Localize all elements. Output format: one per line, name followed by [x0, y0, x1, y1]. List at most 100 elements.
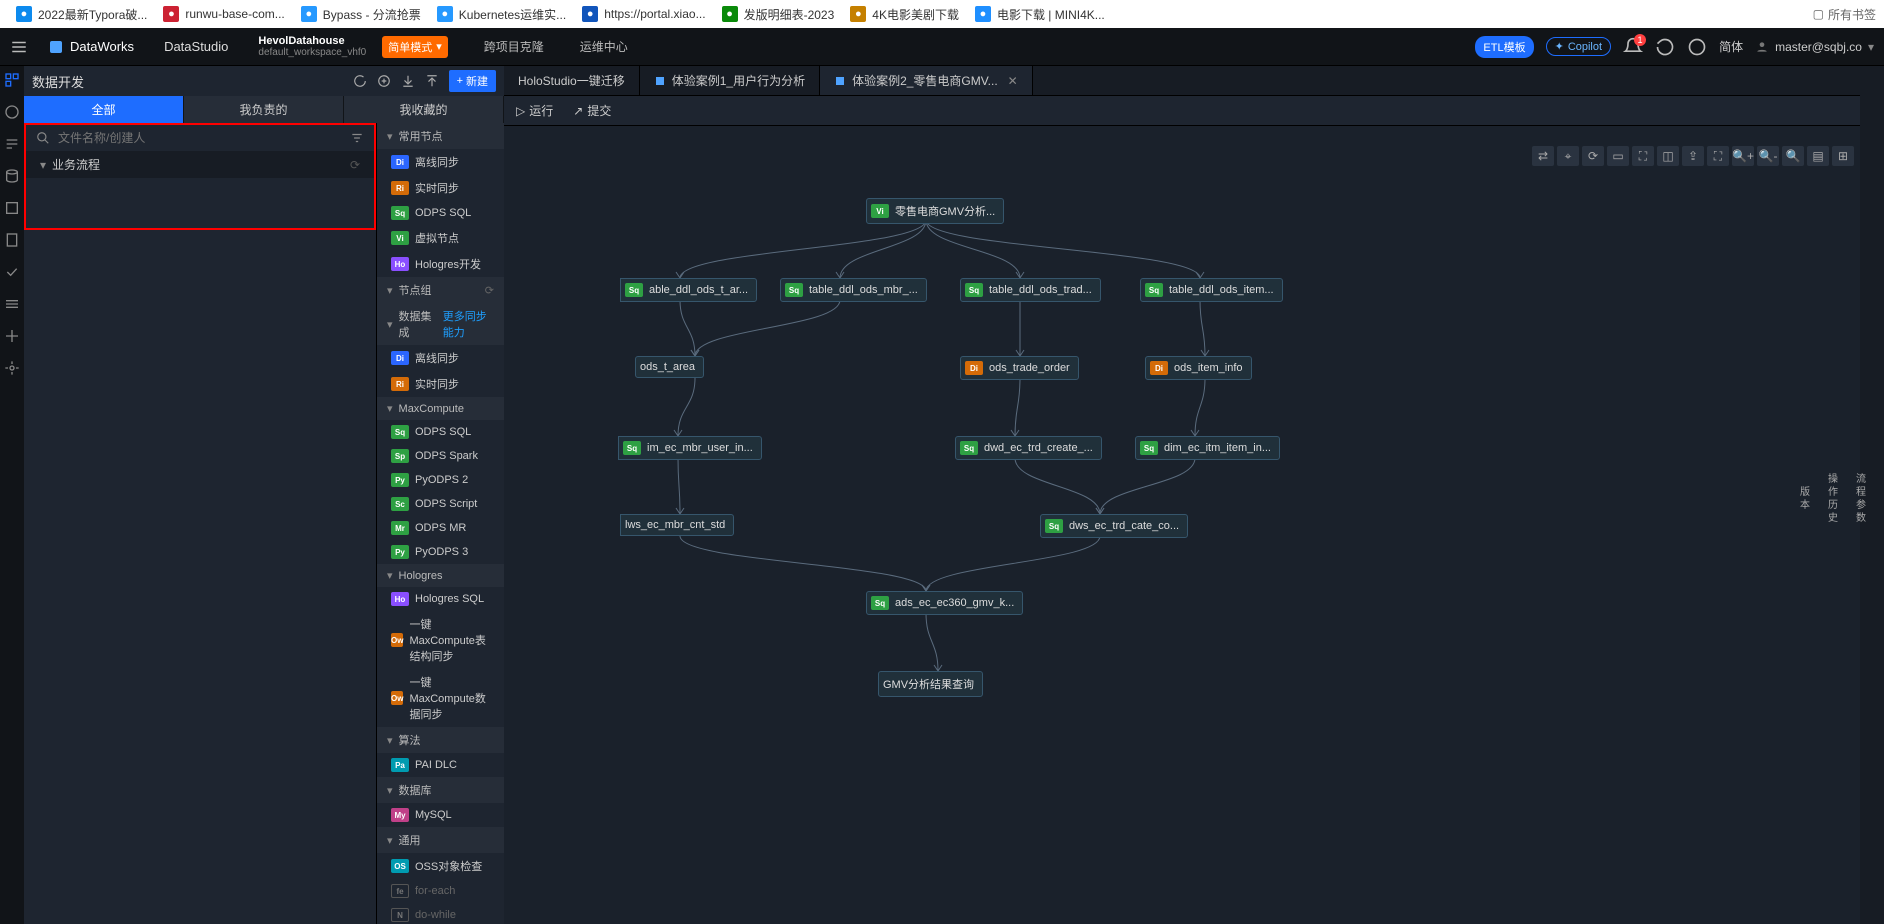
- flow-node[interactable]: Sqtable_ddl_ods_item...: [1140, 278, 1283, 302]
- help-icon[interactable]: [1687, 37, 1707, 57]
- flow-node[interactable]: Sqtable_ddl_ods_mbr_...: [780, 278, 927, 302]
- new-button[interactable]: +新建: [449, 70, 496, 92]
- tool-minimap-icon[interactable]: ▤: [1807, 146, 1829, 166]
- rail-icon-10[interactable]: [4, 360, 20, 376]
- flow-node[interactable]: Sqdim_ec_itm_item_in...: [1135, 436, 1280, 460]
- tool-select-icon[interactable]: ◫: [1657, 146, 1679, 166]
- bookmark-item[interactable]: ●https://portal.xiao...: [574, 2, 713, 27]
- flow-node[interactable]: lws_ec_mbr_cnt_std: [620, 514, 734, 536]
- palette-item[interactable]: Ow一键MaxCompute表结构同步: [377, 611, 504, 669]
- app-section[interactable]: DataStudio: [164, 39, 228, 54]
- close-icon[interactable]: ✕: [1008, 74, 1018, 88]
- palette-group-header[interactable]: ▾Hologres: [377, 564, 504, 587]
- tool-zoom-in-icon[interactable]: 🔍+: [1732, 146, 1754, 166]
- bookmark-item[interactable]: ●Bypass - 分流抢票: [293, 2, 429, 27]
- bookmark-item[interactable]: ●Kubernetes运维实...: [429, 2, 574, 27]
- tool-fit-icon[interactable]: ⛶: [1632, 146, 1654, 166]
- palette-group-header[interactable]: ▾数据库: [377, 777, 504, 803]
- app-brand[interactable]: DataWorks: [48, 39, 134, 55]
- palette-item[interactable]: MrODPS MR: [377, 516, 504, 540]
- palette-item[interactable]: PyPyODPS 2: [377, 468, 504, 492]
- tool-swap-icon[interactable]: ⇄: [1532, 146, 1554, 166]
- right-rail-flow-params[interactable]: 流程参数: [1856, 473, 1866, 525]
- tree-root-business-flow[interactable]: ▾业务流程 ⟳: [26, 151, 374, 178]
- tool-grid-icon[interactable]: ⊞: [1832, 146, 1854, 166]
- palette-group-header[interactable]: ▾常用节点: [377, 123, 504, 149]
- palette-item[interactable]: PyPyODPS 3: [377, 540, 504, 564]
- bookmarks-all[interactable]: ▢所有书签: [1813, 6, 1876, 23]
- run-button[interactable]: ▷运行: [516, 102, 553, 119]
- nav-link[interactable]: 运维中心: [580, 38, 628, 55]
- palette-item[interactable]: Ow一键MaxCompute数据同步: [377, 669, 504, 727]
- editor-tab[interactable]: HoloStudio一键迁移: [504, 66, 640, 95]
- user-menu[interactable]: master@sqbj.co▾: [1755, 40, 1874, 54]
- mode-badge[interactable]: 简单模式▾: [382, 36, 448, 58]
- refresh-icon[interactable]: [353, 74, 367, 88]
- flow-node[interactable]: Vi零售电商GMV分析...: [866, 198, 1004, 224]
- palette-item[interactable]: Ndo-while: [377, 903, 504, 924]
- bookmark-item[interactable]: ●runwu-base-com...: [155, 2, 292, 27]
- palette-group-header[interactable]: ▾算法: [377, 727, 504, 753]
- submit-button[interactable]: ↗提交: [573, 102, 611, 119]
- palette-group-header[interactable]: ▾通用: [377, 827, 504, 853]
- tool-locate-icon[interactable]: ⌖: [1557, 146, 1579, 166]
- import-icon[interactable]: [401, 74, 415, 88]
- flow-node[interactable]: Sqdwd_ec_trd_create_...: [955, 436, 1102, 460]
- tab-mine[interactable]: 我负责的: [184, 96, 344, 123]
- flow-node[interactable]: Sqable_ddl_ods_t_ar...: [620, 278, 757, 302]
- palette-group-header[interactable]: ▾节点组⟳: [377, 277, 504, 303]
- tab-fav[interactable]: 我收藏的: [344, 96, 504, 123]
- export-icon[interactable]: [425, 74, 439, 88]
- workspace-info[interactable]: HevolDatahouse default_workspace_vhf0: [258, 35, 366, 58]
- right-rail-version[interactable]: 版本: [1800, 486, 1810, 512]
- rail-icon-6[interactable]: [4, 232, 20, 248]
- palette-item[interactable]: HoHologres SQL: [377, 587, 504, 611]
- rail-icon-9[interactable]: [4, 328, 20, 344]
- palette-item[interactable]: MyMySQL: [377, 803, 504, 827]
- palette-item[interactable]: Vi虚拟节点: [377, 225, 504, 251]
- flow-node[interactable]: Sqads_ec_ec360_gmv_k...: [866, 591, 1023, 615]
- palette-item[interactable]: fefor-each: [377, 879, 504, 903]
- bookmark-item[interactable]: ●电影下载 | MINI4K...: [967, 2, 1113, 27]
- editor-tab[interactable]: 体验案例1_用户行为分析: [640, 66, 820, 95]
- rail-icon-3[interactable]: [4, 136, 20, 152]
- palette-item[interactable]: SpODPS Spark: [377, 444, 504, 468]
- nav-link[interactable]: 跨项目克隆: [484, 38, 544, 55]
- tool-zoom-out-icon[interactable]: 🔍-: [1757, 146, 1779, 166]
- flow-node[interactable]: ods_t_area: [635, 356, 704, 378]
- palette-item[interactable]: Ri实时同步: [377, 175, 504, 201]
- editor-tab[interactable]: 体验案例2_零售电商GMV...✕: [820, 66, 1033, 95]
- bookmark-item[interactable]: ●4K电影美剧下载: [842, 2, 967, 27]
- flow-node[interactable]: Sqtable_ddl_ods_trad...: [960, 278, 1101, 302]
- palette-group-header[interactable]: ▾MaxCompute: [377, 397, 504, 420]
- flow-canvas[interactable]: ⇄ ⌖ ⟳ ▭ ⛶ ◫ ⇪ ⛶ 🔍+ 🔍- 🔍 ▤ ⊞ Vi零售电商GMV分析.…: [504, 126, 1884, 924]
- tool-layout-icon[interactable]: ▭: [1607, 146, 1629, 166]
- search-input[interactable]: [58, 131, 342, 145]
- filter-icon[interactable]: [350, 131, 364, 145]
- language-toggle[interactable]: 简体: [1719, 38, 1743, 55]
- right-rail-history[interactable]: 操作历史: [1828, 473, 1838, 525]
- palette-item[interactable]: Ri实时同步: [377, 371, 504, 397]
- palette-item[interactable]: OSOSS对象检查: [377, 853, 504, 879]
- palette-item[interactable]: PaPAI DLC: [377, 753, 504, 777]
- bookmark-item[interactable]: ●2022最新Typora破...: [8, 2, 155, 27]
- palette-item[interactable]: ScODPS Script: [377, 492, 504, 516]
- palette-item[interactable]: SqODPS SQL: [377, 420, 504, 444]
- flow-node[interactable]: Diods_trade_order: [960, 356, 1079, 380]
- plus-circle-icon[interactable]: [377, 74, 391, 88]
- palette-item[interactable]: Di离线同步: [377, 345, 504, 371]
- palette-item[interactable]: HoHologres开发: [377, 251, 504, 277]
- flow-node[interactable]: Diods_item_info: [1145, 356, 1252, 380]
- bookmark-item[interactable]: ●发版明细表-2023: [714, 2, 843, 27]
- flow-node[interactable]: Sqdws_ec_trd_cate_co...: [1040, 514, 1188, 538]
- rail-icon-8[interactable]: [4, 296, 20, 312]
- rail-icon-2[interactable]: [4, 104, 20, 120]
- tool-search-icon[interactable]: 🔍: [1782, 146, 1804, 166]
- hamburger-icon[interactable]: [10, 38, 28, 56]
- tool-export-icon[interactable]: ⇪: [1682, 146, 1704, 166]
- palette-group-header[interactable]: ▾数据集成更多同步能力: [377, 303, 504, 345]
- palette-item[interactable]: SqODPS SQL: [377, 201, 504, 225]
- flow-node[interactable]: GMV分析结果查询: [878, 671, 983, 697]
- palette-item[interactable]: Di离线同步: [377, 149, 504, 175]
- rail-icon-5[interactable]: [4, 200, 20, 216]
